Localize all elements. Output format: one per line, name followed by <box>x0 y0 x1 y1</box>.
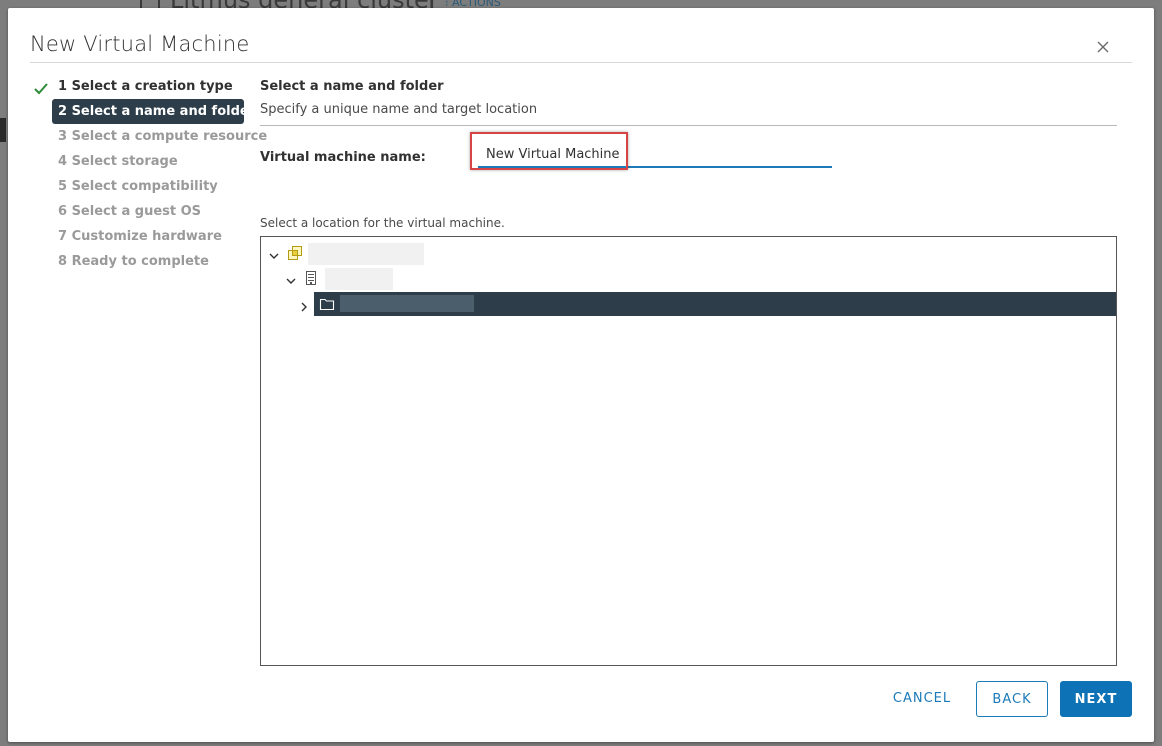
chevron-down-icon[interactable] <box>285 272 297 284</box>
next-button[interactable]: NEXT <box>1060 681 1132 717</box>
section-title: Select a name and folder <box>260 79 444 94</box>
background-nav-marker <box>0 118 6 142</box>
step-label: 3 Select a compute resource <box>58 129 268 144</box>
section-subtitle: Specify a unique name and target locatio… <box>260 102 538 117</box>
title-divider <box>30 62 1132 63</box>
dialog-title: New Virtual Machine <box>30 32 250 56</box>
step-compute-resource: 3 Select a compute resource <box>52 124 267 149</box>
tree-node-datacenter[interactable] <box>261 266 1116 290</box>
location-tree[interactable] <box>260 236 1117 666</box>
wizard-steps: 1 Select a creation type 2 Select a name… <box>34 74 267 274</box>
check-icon <box>34 79 48 104</box>
new-vm-dialog: New Virtual Machine 1 Select a creation … <box>8 8 1154 742</box>
vm-name-label: Virtual machine name: <box>260 150 426 165</box>
step-label: 8 Ready to complete <box>58 254 209 269</box>
step-customize-hardware: 7 Customize hardware <box>52 224 244 249</box>
datacenter-icon <box>303 270 319 286</box>
folder-icon <box>319 296 335 312</box>
tree-node-vcenter[interactable] <box>261 241 1116 265</box>
redacted-name <box>325 268 393 290</box>
vcenter-icon <box>287 245 303 261</box>
step-label: 2 Select a name and folder <box>58 104 256 119</box>
back-button[interactable]: BACK <box>976 681 1048 717</box>
redacted-name <box>340 295 474 312</box>
chevron-down-icon[interactable] <box>268 247 280 259</box>
step-label: 5 Select compatibility <box>58 179 218 194</box>
cancel-button[interactable]: CANCEL <box>880 681 964 717</box>
close-icon[interactable] <box>1094 38 1112 56</box>
step-compatibility: 5 Select compatibility <box>52 174 244 199</box>
step-label: 4 Select storage <box>58 154 178 169</box>
step-name-folder[interactable]: 2 Select a name and folder <box>52 99 255 124</box>
step-storage: 4 Select storage <box>52 149 244 174</box>
step-label: 6 Select a guest OS <box>58 204 202 219</box>
location-label: Select a location for the virtual machin… <box>260 216 505 230</box>
tree-node-folder-selected[interactable] <box>301 292 1116 316</box>
chevron-right-icon[interactable] <box>298 298 310 312</box>
step-label: 7 Customize hardware <box>58 229 222 244</box>
step-label: 1 Select a creation type <box>58 79 233 94</box>
step-creation-type[interactable]: 1 Select a creation type <box>34 74 244 99</box>
step-guest-os: 6 Select a guest OS <box>52 199 244 224</box>
redacted-name <box>308 243 424 265</box>
step-ready-to-complete: 8 Ready to complete <box>52 249 244 274</box>
annotation-highlight-box <box>470 132 628 170</box>
section-divider <box>260 125 1117 126</box>
